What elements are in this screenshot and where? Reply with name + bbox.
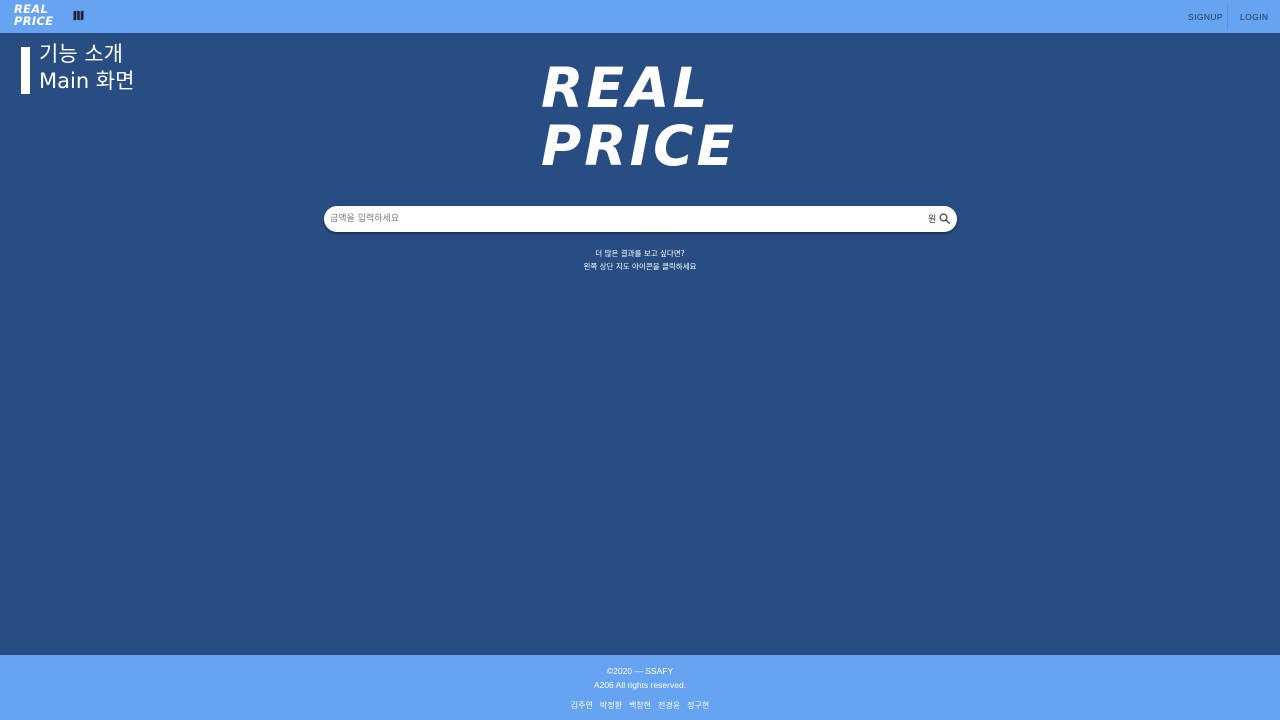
hint-line2: 왼쪽 상단 지도 아이콘을 클릭하세요: [583, 261, 697, 271]
hero-logo-line1: REAL: [541, 56, 711, 120]
price-search-input[interactable]: [330, 209, 920, 229]
footer-member[interactable]: 김주연: [571, 700, 593, 711]
hero-logo-line2: PRICE: [541, 114, 738, 178]
section-title: 기능 소개 Main 화면: [39, 41, 134, 95]
search-bar: 원: [324, 206, 957, 232]
footer: ©2020 — SSAFY A206 All rights reserved. …: [0, 655, 1280, 720]
footer-member-list: 김주연 박정환 백창현 전경윤 정구현: [440, 700, 840, 711]
footer-copyright: ©2020 — SSAFY: [606, 666, 674, 676]
section-title-line1: 기능 소개: [39, 42, 123, 66]
nav-divider: [1227, 3, 1228, 30]
currency-unit-label: 원: [928, 215, 937, 225]
search-icon[interactable]: [939, 213, 950, 224]
hero-logo: REAL PRICE: [541, 59, 743, 175]
section-accent-bar: [21, 47, 30, 94]
nav-logo[interactable]: REAL PRICE: [14, 3, 54, 28]
footer-member[interactable]: 정구현: [687, 700, 709, 711]
footer-member[interactable]: 전경윤: [658, 700, 680, 711]
footer-rights: A206 All rights reserved.: [593, 680, 687, 690]
section-title-line2: Main 화면: [39, 69, 135, 93]
map-icon[interactable]: [73, 10, 84, 21]
nav-logo-line2: PRICE: [14, 13, 54, 28]
hint-line1: 더 많은 결과를 보고 싶다면?: [595, 249, 685, 258]
map-hint: 더 많은 결과를 보고 싶다면? 왼쪽 상단 지도 아이콘을 클릭하세요: [440, 248, 840, 273]
signup-link[interactable]: SIGNUP: [1188, 12, 1223, 22]
login-link[interactable]: LOGIN: [1240, 12, 1268, 22]
footer-member[interactable]: 백창현: [629, 700, 651, 711]
footer-member[interactable]: 박정환: [600, 700, 622, 711]
top-nav-bar: REAL PRICE SIGNUP LOGIN: [0, 0, 1280, 33]
